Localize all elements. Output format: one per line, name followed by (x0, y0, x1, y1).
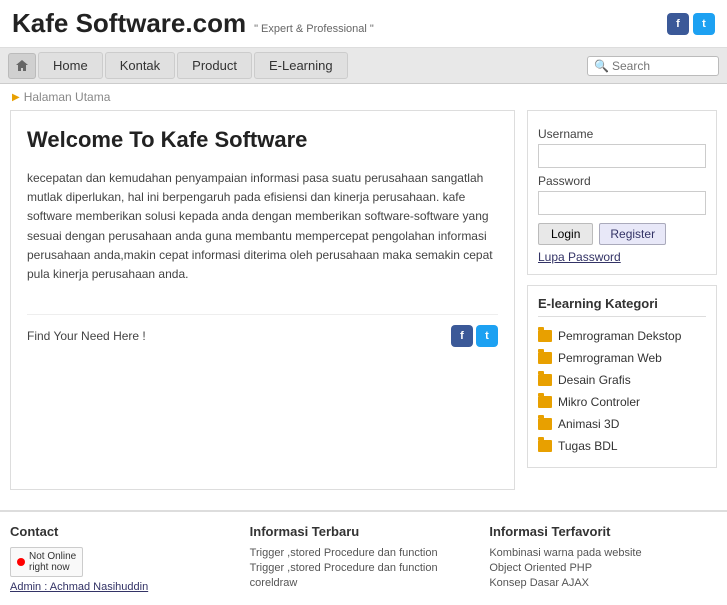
find-need-bar: Find Your Need Here ! f t (27, 314, 498, 347)
nav-home[interactable]: Home (38, 52, 103, 79)
sidebar: Username Password Login Register Lupa Pa… (527, 110, 717, 490)
nav-kontak[interactable]: Kontak (105, 52, 175, 79)
elearning-title: E-learning Kategori (538, 296, 706, 317)
footer-terbaru-title: Informasi Terbaru (250, 524, 478, 539)
folder-icon (538, 418, 552, 430)
main-layout: Welcome To Kafe Software kecepatan dan k… (0, 110, 727, 500)
elearning-item-label: Pemrograman Web (558, 351, 662, 365)
footer: Contact Not Online right now Admin : Ach… (0, 510, 727, 605)
login-button[interactable]: Login (538, 223, 593, 245)
username-label: Username (538, 127, 706, 141)
elearning-item-label: Tugas BDL (558, 439, 618, 453)
not-online-badge: Not Online right now (10, 547, 83, 577)
folder-icon (538, 396, 552, 408)
terbaru-link[interactable]: Trigger ,stored Procedure dan function (250, 562, 478, 574)
elearning-item-label: Pemrograman Dekstop (558, 329, 681, 343)
password-input[interactable] (538, 191, 706, 215)
search-icon: 🔍 (594, 59, 609, 73)
elearning-item[interactable]: Pemrograman Web (538, 347, 706, 369)
content-facebook-icon[interactable]: f (451, 325, 473, 347)
terbaru-items: Trigger ,stored Procedure dan function Tr… (250, 547, 478, 589)
header: Kafe Software.com " Expert & Professiona… (0, 0, 727, 48)
footer-terbaru: Informasi Terbaru Trigger ,stored Proced… (250, 524, 478, 593)
elearning-item[interactable]: Tugas BDL (538, 435, 706, 457)
twitter-icon[interactable]: t (693, 13, 715, 35)
login-actions: Login Register (538, 223, 706, 245)
content-area: Welcome To Kafe Software kecepatan dan k… (10, 110, 515, 490)
nav-elearning[interactable]: E-Learning (254, 52, 348, 79)
site-tagline: " Expert & Professional " (254, 23, 374, 35)
elearning-item[interactable]: Animasi 3D (538, 413, 706, 435)
elearning-item-label: Mikro Controler (558, 395, 640, 409)
terfavorit-link[interactable]: Konsep Dasar AJAX (489, 577, 717, 589)
nav-product[interactable]: Product (177, 52, 252, 79)
password-label: Password (538, 174, 706, 188)
find-need-text: Find Your Need Here ! (27, 329, 146, 343)
facebook-icon[interactable]: f (667, 13, 689, 35)
register-button[interactable]: Register (599, 223, 666, 245)
elearning-item[interactable]: Desain Grafis (538, 369, 706, 391)
terfavorit-items: Kombinasi warna pada website Object Orien… (489, 547, 717, 589)
navbar: Home Kontak Product E-Learning 🔍 (0, 48, 727, 84)
elearning-box: E-learning Kategori Pemrograman DekstopP… (527, 285, 717, 468)
red-dot-icon (17, 558, 25, 566)
welcome-title: Welcome To Kafe Software (27, 127, 498, 153)
content-twitter-icon[interactable]: t (476, 325, 498, 347)
terbaru-link[interactable]: coreldraw (250, 577, 478, 589)
forgot-password-link[interactable]: Lupa Password (538, 250, 706, 264)
login-box: Username Password Login Register Lupa Pa… (527, 110, 717, 275)
footer-terfavorit-title: Informasi Terfavorit (489, 524, 717, 539)
home-button[interactable] (8, 53, 36, 79)
terfavorit-link[interactable]: Kombinasi warna pada website (489, 547, 717, 559)
breadcrumb: ▶ Halaman Utama (0, 84, 727, 110)
search-box: 🔍 (587, 56, 719, 76)
admin-link[interactable]: Admin : Achmad Nasihuddin (10, 581, 238, 593)
terbaru-link[interactable]: Trigger ,stored Procedure dan function (250, 547, 478, 559)
breadcrumb-text: Halaman Utama (24, 90, 111, 104)
elearning-item-label: Animasi 3D (558, 417, 619, 431)
header-icons: f t (667, 13, 715, 35)
username-input[interactable] (538, 144, 706, 168)
not-online-text: Not Online right now (29, 551, 76, 573)
elearning-item[interactable]: Pemrograman Dekstop (538, 325, 706, 347)
elearning-item-label: Desain Grafis (558, 373, 631, 387)
content-social-icons: f t (451, 325, 498, 347)
breadcrumb-icon: ▶ (12, 92, 20, 103)
footer-contact-title: Contact (10, 524, 238, 539)
footer-contact: Contact Not Online right now Admin : Ach… (10, 524, 238, 593)
welcome-text: kecepatan dan kemudahan penyampaian info… (27, 169, 498, 284)
site-title: Kafe Software.com (12, 8, 246, 39)
terfavorit-link[interactable]: Object Oriented PHP (489, 562, 717, 574)
folder-icon (538, 374, 552, 386)
home-icon (15, 59, 29, 72)
elearning-items: Pemrograman Dekstop Pemrograman Web Desain… (538, 325, 706, 457)
elearning-item[interactable]: Mikro Controler (538, 391, 706, 413)
footer-terfavorit: Informasi Terfavorit Kombinasi warna pad… (489, 524, 717, 593)
folder-icon (538, 352, 552, 364)
search-input[interactable] (612, 59, 712, 73)
folder-icon (538, 440, 552, 452)
folder-icon (538, 330, 552, 342)
